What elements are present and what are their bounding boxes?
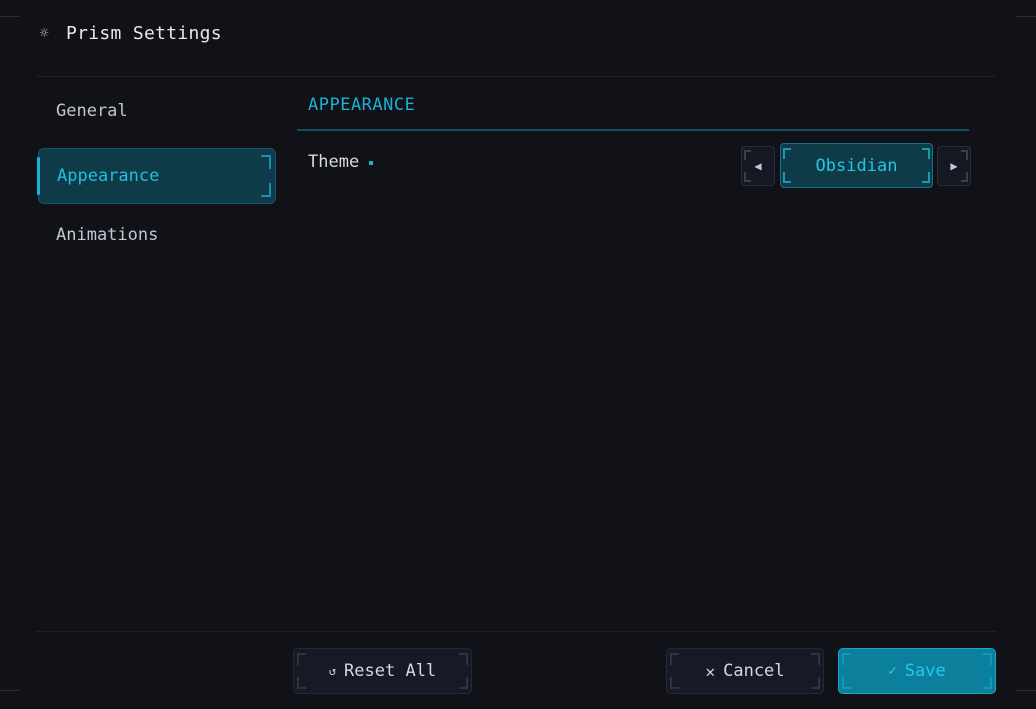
reset-icon: ↺ — [328, 664, 337, 678]
section-title: APPEARANCE — [308, 95, 416, 115]
save-label: Save — [904, 661, 946, 681]
corner-bracket-decoration — [811, 677, 820, 689]
corner-bracket-decoration — [459, 653, 468, 665]
corner-bracket-decoration — [261, 155, 271, 169]
arrow-right-icon: ▶ — [950, 159, 958, 173]
corner-bracket-decoration — [922, 148, 930, 159]
corner-bracket-decoration — [744, 150, 751, 160]
cancel-button[interactable]: ✕ Cancel — [666, 648, 824, 694]
corner-bracket-decoration — [670, 677, 679, 689]
corner-bracket-decoration — [961, 150, 968, 160]
setting-label-theme: Theme — [308, 152, 374, 172]
window-corner — [1016, 16, 1036, 17]
sidebar-item-label: General — [56, 101, 128, 121]
corner-bracket-decoration — [670, 653, 679, 665]
close-icon: ✕ — [705, 661, 716, 681]
theme-next-button[interactable]: ▶ — [937, 146, 971, 186]
sidebar-item-label: Animations — [56, 225, 159, 245]
corner-bracket-decoration — [783, 172, 791, 183]
setting-label-text: Theme — [308, 152, 360, 172]
sidebar-item-animations[interactable]: Animations — [38, 207, 276, 263]
window-corner — [1016, 690, 1036, 691]
window-corner — [0, 690, 20, 691]
arrow-left-icon: ◀ — [754, 159, 762, 173]
corner-bracket-decoration — [297, 653, 306, 665]
cancel-label: Cancel — [723, 661, 785, 681]
window-title-bar: ☼ Prism Settings — [36, 18, 222, 48]
theme-value: Obsidian — [815, 155, 898, 176]
modified-indicator-dot — [369, 161, 374, 165]
save-button[interactable]: ✓ Save — [838, 648, 996, 694]
window-title: Prism Settings — [66, 22, 222, 44]
corner-bracket-decoration — [842, 653, 851, 665]
theme-prev-button[interactable]: ◀ — [741, 146, 775, 186]
corner-bracket-decoration — [811, 653, 820, 665]
corner-bracket-decoration — [261, 183, 271, 197]
header-divider — [36, 76, 996, 77]
sidebar-item-label: Appearance — [57, 166, 160, 186]
corner-bracket-decoration — [744, 172, 751, 182]
footer-divider — [36, 631, 996, 632]
corner-bracket-decoration — [297, 677, 306, 689]
corner-bracket-decoration — [783, 148, 791, 159]
sidebar-item-general[interactable]: General — [38, 83, 276, 139]
theme-value-selector[interactable]: Obsidian — [780, 143, 933, 188]
section-divider — [297, 129, 969, 131]
reset-all-label: Reset All — [344, 661, 437, 681]
corner-bracket-decoration — [459, 677, 468, 689]
corner-bracket-decoration — [983, 653, 992, 665]
window-corner — [0, 16, 20, 17]
check-icon: ✓ — [888, 663, 897, 679]
corner-bracket-decoration — [983, 677, 992, 689]
corner-bracket-decoration — [842, 677, 851, 689]
gear-icon: ☼ — [39, 24, 49, 42]
corner-bracket-decoration — [922, 172, 930, 183]
sidebar-item-appearance[interactable]: Appearance — [37, 148, 276, 204]
reset-all-button[interactable]: ↺ Reset All — [293, 648, 472, 694]
corner-bracket-decoration — [961, 172, 968, 182]
